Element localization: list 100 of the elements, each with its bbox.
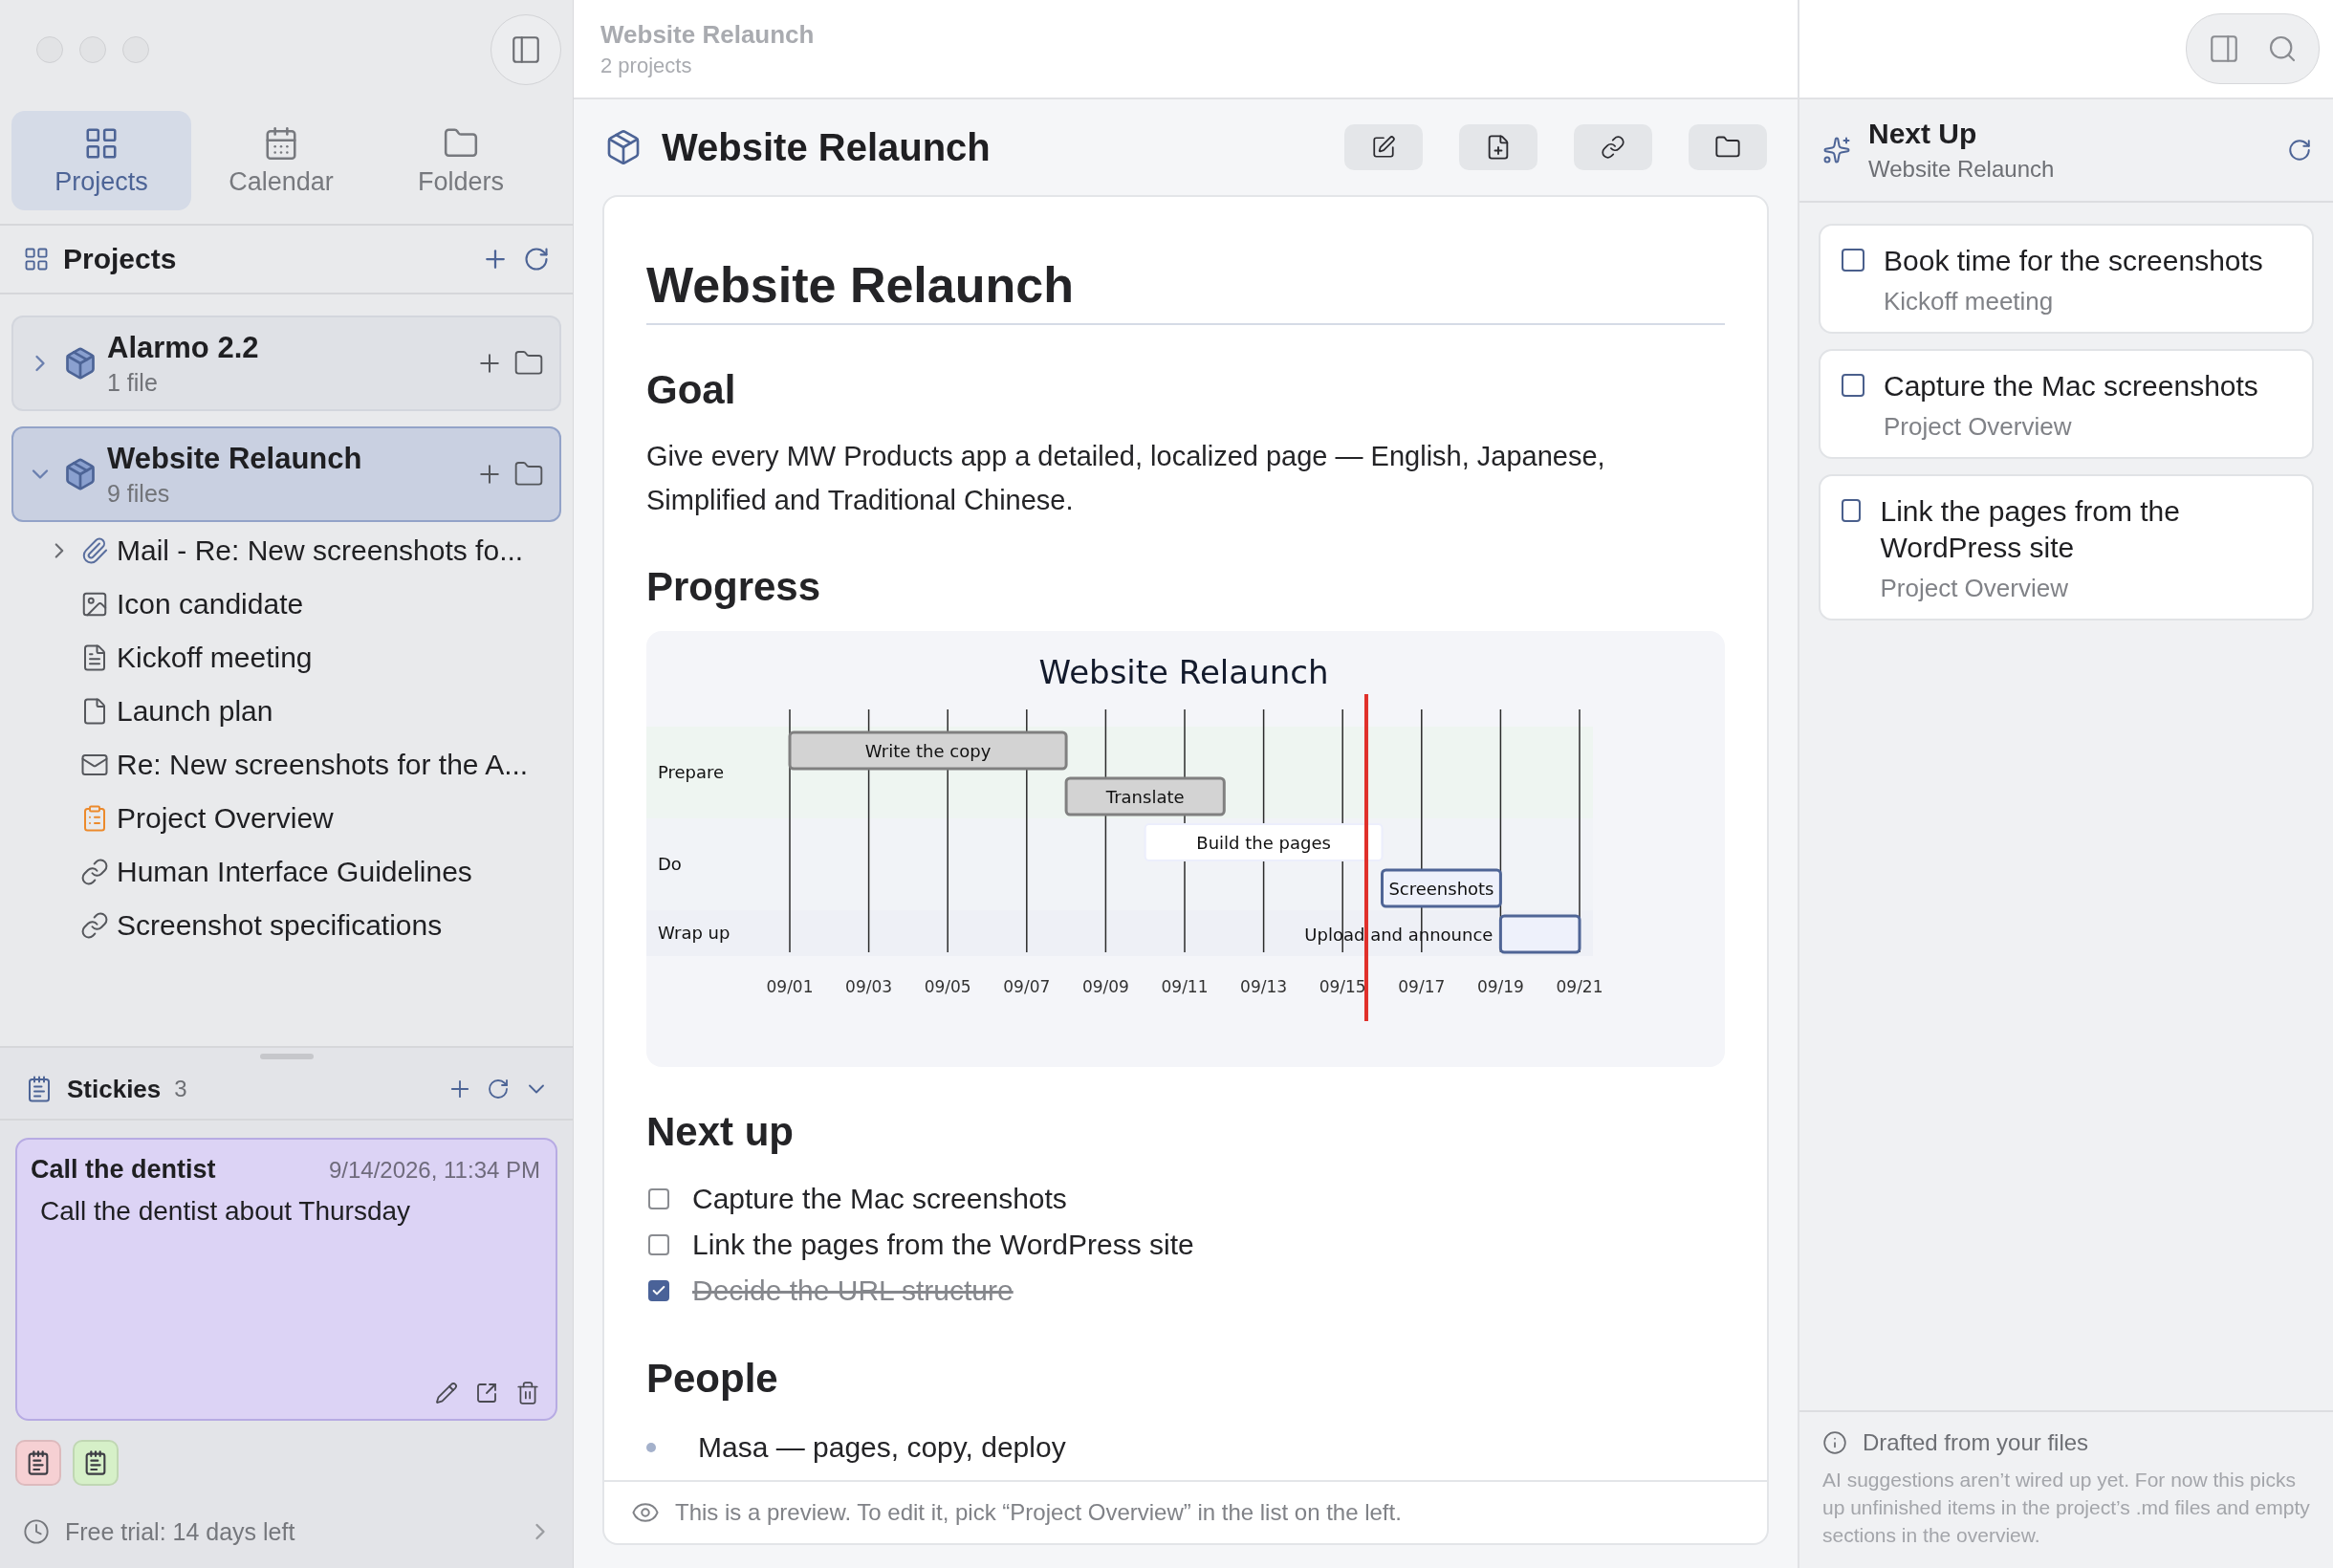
edit-button[interactable] <box>1344 124 1423 170</box>
tab[interactable]: Calendar <box>191 111 371 210</box>
note-title: Call the dentist <box>31 1155 216 1185</box>
search-icon <box>2267 33 2298 64</box>
panel-title: Next Up <box>1868 118 1978 150</box>
refresh-icon <box>523 246 550 272</box>
panel-subtitle: Website Relaunch <box>1868 156 2056 183</box>
preview-note: This is a preview. To edit it, pick “Project Overview” in the list on the left. <box>675 1499 1402 1526</box>
file-row[interactable]: Icon candidate <box>11 577 561 631</box>
file-name: Human Interface Guidelines <box>117 856 472 888</box>
task-text: Link the pages from the WordPress site <box>692 1229 1194 1261</box>
tab[interactable]: Projects <box>11 111 191 210</box>
file-row[interactable]: Project Overview <box>11 792 561 845</box>
section-heading: Goal <box>646 367 737 413</box>
checkbox[interactable] <box>1842 499 1862 522</box>
trial-status: Free trial: 14 days left <box>65 1517 296 1546</box>
goal-text: Give every MW Products app a detailed, localized page — English, Japanese, Simplified and Traditional Chinese. <box>646 440 1606 517</box>
search-button[interactable] <box>2267 33 2298 64</box>
suggestion-card[interactable]: Book time for the screenshots Kickoff meeting <box>1819 224 2314 334</box>
cube-icon <box>63 457 98 491</box>
checkbox[interactable] <box>1842 374 1864 397</box>
suggestion-source: Kickoff meeting <box>1884 287 2055 316</box>
edit-button[interactable] <box>435 1381 458 1405</box>
file-count: 1 file <box>107 368 159 397</box>
count: 3 <box>174 1076 188 1102</box>
sticky-swatch[interactable] <box>15 1440 61 1486</box>
axis-tick-label: 09/09 <box>1081 977 1129 996</box>
axis-tick-label: 09/07 <box>1003 977 1051 996</box>
clock-icon <box>23 1518 50 1545</box>
sticky-note[interactable]: Call the dentist 9/14/2026, 11:34 PM Call the dentist about Thursday <box>15 1138 557 1421</box>
section-label: Wrap up <box>658 923 730 943</box>
suggestion-card[interactable]: Capture the Mac screenshots Project Overview <box>1819 349 2314 459</box>
link-icon <box>80 911 109 940</box>
link-icon <box>80 858 109 886</box>
file-row[interactable]: Kickoff meeting <box>11 631 561 685</box>
refresh-icon <box>487 1078 510 1100</box>
file-name: Re: New screenshots for the A... <box>117 749 529 781</box>
file-name: Project Overview <box>117 802 334 835</box>
file-row[interactable]: Launch plan <box>11 685 561 738</box>
suggestion-source: Project Overview <box>1880 574 2069 603</box>
document-title: Website Relaunch <box>646 256 1725 325</box>
image-icon <box>80 590 109 619</box>
cube-icon <box>63 346 98 381</box>
folder-button[interactable] <box>1689 124 1767 170</box>
open-button[interactable] <box>475 1381 498 1405</box>
project-name: Website Relaunch <box>107 441 363 476</box>
file-row[interactable]: Mail - Re: New screenshots fo... <box>11 524 561 577</box>
axis-tick-label: 09/05 <box>924 977 971 996</box>
external-icon <box>475 1382 498 1405</box>
person-text: Masa — pages, copy, deploy <box>698 1431 1066 1464</box>
page-title: Website Relaunch <box>662 125 992 169</box>
task-label: Translate <box>1105 787 1185 807</box>
file-count: 9 files <box>107 479 171 508</box>
project-card[interactable]: Alarmo 2.2 1 file <box>11 316 561 411</box>
file-row[interactable]: Screenshot specifications <box>11 899 561 952</box>
sidebar-icon <box>510 33 542 66</box>
task-text: Capture the Mac screenshots <box>692 1183 1067 1215</box>
file-row[interactable]: Re: New screenshots for the A... <box>11 738 561 792</box>
pencil-icon <box>435 1382 458 1405</box>
inspector-toggle-button[interactable] <box>2208 33 2240 65</box>
section-heading: Next up <box>646 1109 795 1155</box>
resize-handle[interactable] <box>259 1054 314 1059</box>
grid-icon <box>23 246 50 272</box>
file-row[interactable]: Human Interface Guidelines <box>11 845 561 899</box>
file-name: Kickoff meeting <box>117 642 313 674</box>
axis-tick-label: 09/13 <box>1240 977 1288 996</box>
task-label: Build the pages <box>1196 833 1331 853</box>
section-label: Prepare <box>658 762 725 782</box>
refresh-icon <box>2287 138 2312 163</box>
refresh-button[interactable] <box>487 1078 510 1100</box>
refresh-button[interactable] <box>2287 138 2312 163</box>
checkbox[interactable] <box>648 1234 669 1255</box>
file-name: Mail - Re: New screenshots fo... <box>117 534 524 567</box>
task-label: Write the copy <box>864 741 992 761</box>
calendar-icon <box>263 124 299 162</box>
delete-button[interactable] <box>515 1381 540 1405</box>
link-button[interactable] <box>1574 124 1652 170</box>
checkbox[interactable] <box>648 1188 669 1209</box>
checkbox[interactable] <box>1842 249 1864 272</box>
suggestion-card[interactable]: Link the pages from the WordPress site Project Overview <box>1819 474 2314 621</box>
project-name: Alarmo 2.2 <box>107 330 260 365</box>
task-label: Screenshots <box>1388 879 1494 899</box>
axis-tick-label: 09/21 <box>1556 977 1603 996</box>
window-title: Website Relaunch <box>600 19 815 50</box>
edit-icon <box>1371 135 1396 160</box>
refresh-button[interactable] <box>523 246 550 272</box>
tab[interactable]: Folders <box>371 111 551 210</box>
section-title: Stickies <box>67 1074 162 1104</box>
sticky-swatch[interactable] <box>73 1440 119 1486</box>
note-text: Call the dentist about Thursday <box>40 1196 412 1227</box>
project-card[interactable]: Website Relaunch 9 files <box>11 426 561 522</box>
axis-tick-label: 09/03 <box>845 977 893 996</box>
axis-tick-label: 09/19 <box>1476 977 1524 996</box>
note-date: 9/14/2026, 11:34 PM <box>328 1157 540 1184</box>
suggestion-title: Capture the Mac screenshots <box>1884 369 2258 403</box>
suggestion-title: Link the pages from the WordPress site <box>1880 494 2181 565</box>
new-file-button[interactable] <box>1459 124 1537 170</box>
suggestion-title: Book time for the screenshots <box>1884 244 2263 278</box>
axis-tick-label: 09/17 <box>1398 977 1446 996</box>
checkbox[interactable] <box>648 1280 669 1301</box>
